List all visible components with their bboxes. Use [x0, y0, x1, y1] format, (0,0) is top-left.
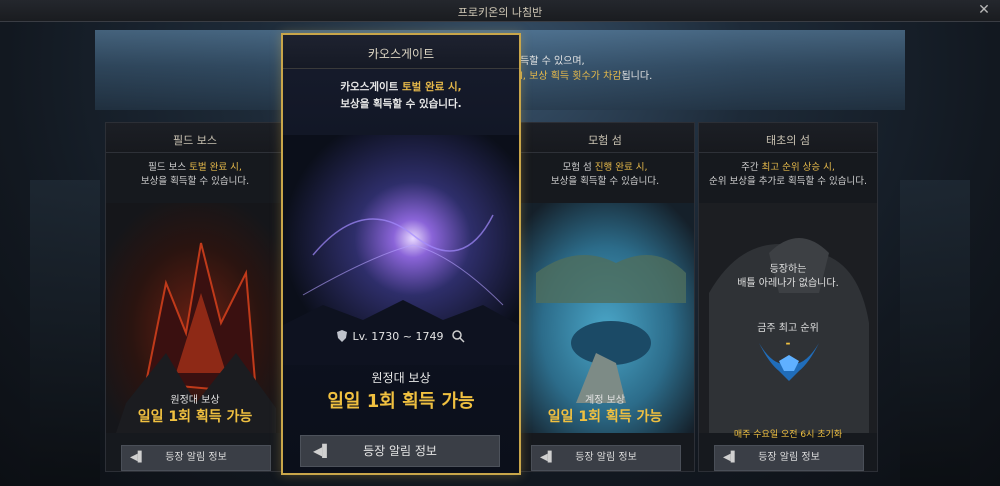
- origin-island-notify-button[interactable]: ◀▌ 등장 알림 정보: [714, 445, 864, 471]
- chaos-gate-desc-highlight: 토벌 완료 시,: [402, 81, 462, 93]
- adventure-island-notify-label: 등장 알림 정보: [575, 452, 637, 463]
- origin-island-card[interactable]: 태초의 섬 주간 최고 순위 상승 시, 순위 보상을 추가로 획득할 수 있습…: [698, 122, 878, 472]
- megaphone-icon: ◀▌: [540, 452, 556, 463]
- megaphone-icon: ◀▌: [130, 452, 146, 463]
- chaos-gate-reward-label: 원정대 보상: [371, 371, 431, 385]
- field-boss-notify-button[interactable]: ◀▌ 등장 알림 정보: [121, 445, 271, 471]
- chaos-gate-reward-value: 일일 1회 획득 가능: [327, 391, 475, 412]
- left-statue: [30, 180, 100, 486]
- banner-line-2: l, 보상 획득 횟수가 차감됩니다.: [520, 69, 652, 84]
- field-boss-reward-value: 일일 1회 획득 가능: [137, 409, 253, 425]
- field-boss-notify-label: 등장 알림 정보: [165, 452, 227, 463]
- search-icon[interactable]: [451, 329, 466, 343]
- field-boss-desc-highlight: 토벌 완료 시,: [189, 162, 242, 173]
- close-icon[interactable]: ✕: [976, 2, 992, 18]
- adventure-island-reward-label: 계정 보상: [585, 395, 625, 406]
- title-bar: 프로키온의 나침반 ✕: [0, 0, 1000, 22]
- megaphone-icon: ◀▌: [313, 444, 332, 458]
- adventure-island-desc-prefix: 모험 섬: [562, 162, 595, 173]
- origin-island-reset-text: 매주 수요일 오전 6시 초기화: [733, 430, 843, 440]
- chaos-gate-notify-label: 등장 알림 정보: [363, 444, 437, 458]
- origin-island-battle-text: 등장하는 배틀 아레나가 없습니다.: [699, 263, 877, 291]
- chaos-gate-card[interactable]: 카오스게이트 카오스게이트 토벌 완료 시, 보상을 획득할 수 있습니다. L…: [281, 33, 521, 475]
- origin-island-description: 주간 최고 순위 상승 시, 순위 보상을 추가로 획득할 수 있습니다.: [699, 161, 877, 189]
- origin-island-desc-prefix: 주간: [741, 162, 762, 173]
- chaos-gate-title: 카오스게이트: [283, 35, 519, 69]
- field-boss-desc-prefix: 필드 보스: [148, 162, 190, 173]
- adventure-island-desc-highlight: 진행 완료 시,: [594, 162, 648, 173]
- chaos-gate-desc-prefix: 카오스게이트: [340, 81, 402, 93]
- right-statue: [900, 180, 970, 486]
- chaos-gate-level-text: Lv. 1730 ~ 1749: [352, 330, 444, 343]
- origin-island-title: 태초의 섬: [699, 123, 877, 153]
- level-shield-icon: [336, 330, 347, 342]
- adventure-island-description: 모험 섬 진행 완료 시, 보상을 획득할 수 있습니다.: [516, 161, 694, 189]
- field-boss-reward-label: 원정대 보상: [170, 395, 220, 406]
- adventure-island-reward-value: 일일 1회 획득 가능: [547, 409, 663, 425]
- chaos-gate-notify-button[interactable]: ◀▌ 등장 알림 정보: [300, 435, 500, 467]
- chaos-gate-desc-line2: 보상을 획득할 수 있습니다.: [340, 98, 462, 110]
- adventure-island-desc-line2: 보상을 획득할 수 있습니다.: [550, 176, 660, 187]
- chaos-gate-description: 카오스게이트 토벌 완료 시, 보상을 획득할 수 있습니다.: [283, 79, 519, 113]
- origin-island-battle-line2: 배틀 아레나가 없습니다.: [737, 278, 839, 289]
- banner-text: 득할 수 있으며, l, 보상 획득 횟수가 차감됩니다.: [520, 54, 652, 84]
- rank-emblem-icon: [759, 343, 819, 381]
- megaphone-icon: ◀▌: [723, 452, 739, 463]
- origin-island-battle-line1: 등장하는: [769, 264, 807, 275]
- banner-line-1: 득할 수 있으며,: [520, 56, 585, 67]
- adventure-island-notify-button[interactable]: ◀▌ 등장 알림 정보: [531, 445, 681, 471]
- banner-line-2-rest: 됩니다.: [621, 71, 653, 82]
- adventure-island-card[interactable]: 모험 섬 모험 섬 진행 완료 시, 보상을 획득할 수 있습니다. 계정 보상…: [515, 122, 695, 472]
- field-boss-card[interactable]: 필드 보스 필드 보스 토벌 완료 시, 보상을 획득할 수 있습니다. 원정대…: [105, 122, 285, 472]
- adventure-island-title: 모험 섬: [516, 123, 694, 153]
- origin-island-notify-label: 등장 알림 정보: [758, 452, 820, 463]
- field-boss-desc-line2: 보상을 획득할 수 있습니다.: [140, 176, 250, 187]
- origin-island-artwork: [699, 203, 877, 433]
- field-boss-title: 필드 보스: [106, 123, 284, 153]
- origin-island-desc-line2: 순위 보상을 추가로 획득할 수 있습니다.: [709, 176, 867, 187]
- window-title: 프로키온의 나침반: [457, 6, 543, 19]
- chaos-gate-level: Lv. 1730 ~ 1749: [283, 329, 519, 343]
- field-boss-description: 필드 보스 토벌 완료 시, 보상을 획득할 수 있습니다.: [106, 161, 284, 189]
- origin-island-desc-highlight: 최고 순위 상승 시,: [761, 162, 835, 173]
- banner-highlight: l, 보상 획득 횟수가 차감: [520, 71, 622, 82]
- origin-island-rank-label: 금주 최고 순위: [757, 323, 819, 334]
